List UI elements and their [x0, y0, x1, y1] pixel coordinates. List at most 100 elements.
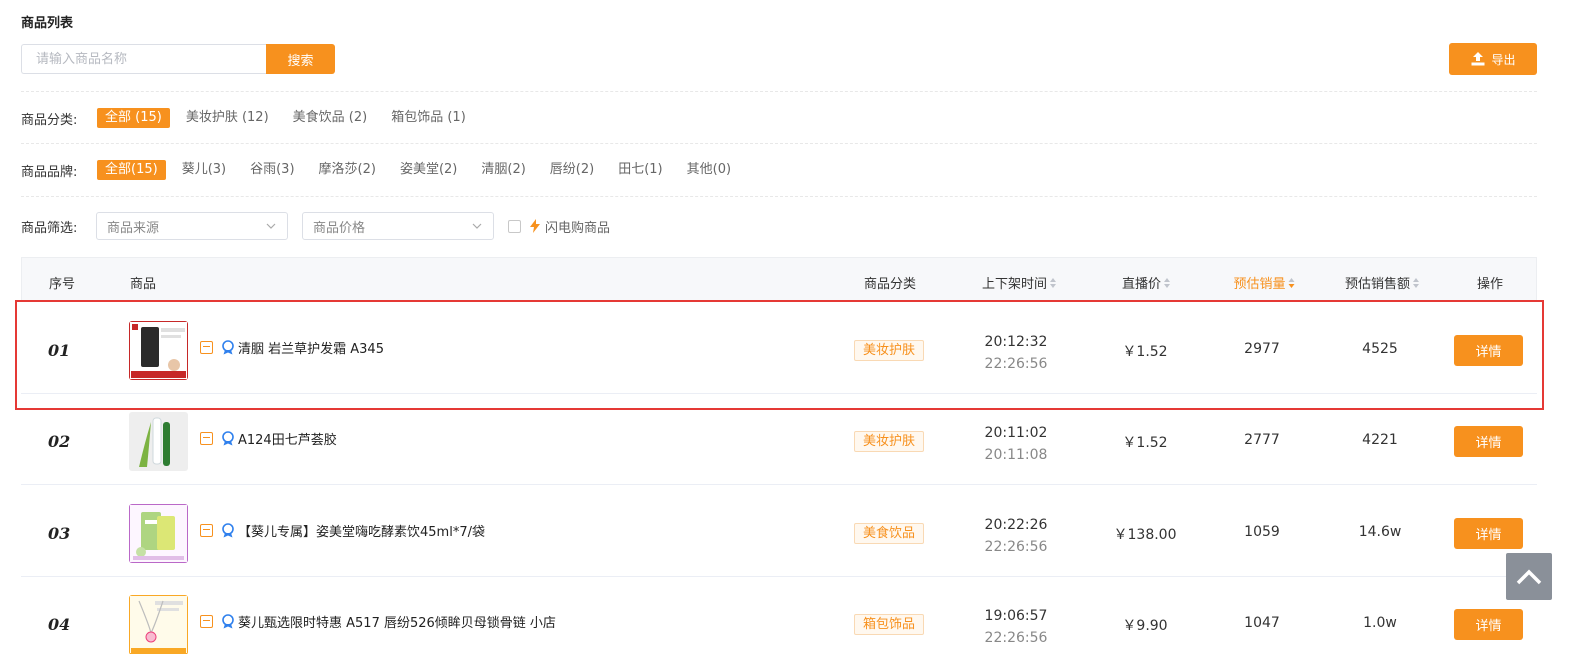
- table-row: 02 A124田七芦荟胶 美妆护肤 20:11:02 20:11:08 ￥1.5…: [21, 394, 1537, 485]
- export-label: 导出: [1491, 52, 1516, 67]
- product-name-text[interactable]: 【葵儿专属】姿美堂嗨吃酵素饮45ml*7/袋: [238, 521, 485, 540]
- on-shelf-time: 20:22:26: [984, 517, 1048, 533]
- chevron-up-icon: [1516, 569, 1542, 584]
- live-price: ￥1.52: [1122, 435, 1168, 451]
- price-select[interactable]: 商品价格: [302, 212, 494, 240]
- award-icon: [222, 614, 234, 629]
- row-index: 03: [48, 524, 71, 543]
- divider: [21, 91, 1537, 92]
- row-index: 02: [48, 432, 71, 451]
- est-sales: 2977: [1244, 341, 1280, 357]
- back-to-top-button[interactable]: [1506, 553, 1552, 600]
- brand-filter: 商品品牌: 全部(15) 葵儿(3) 谷雨(3) 摩洛莎(2) 姿美堂(2) 清…: [21, 160, 747, 180]
- brand-chip[interactable]: 清胭(2): [473, 160, 533, 180]
- award-icon: [222, 431, 234, 446]
- category-chip-bags[interactable]: 箱包饰品 (1): [383, 108, 474, 128]
- detail-button[interactable]: 详情: [1454, 609, 1523, 640]
- source-select[interactable]: 商品来源: [96, 212, 288, 240]
- header-shelf-time[interactable]: 上下架时间: [982, 273, 1057, 292]
- brand-chip[interactable]: 摩洛莎(2): [311, 160, 384, 180]
- chevron-down-icon: [266, 223, 276, 229]
- shelf-time: 20:12:32 22:26:56: [985, 331, 1048, 375]
- product-image[interactable]: [129, 321, 188, 380]
- est-sales: 1059: [1244, 524, 1280, 540]
- table-header: 序号 商品 商品分类 上下架时间 直播价 预估销量 预估销售额 操作: [21, 257, 1537, 302]
- est-revenue: 14.6w: [1358, 524, 1402, 540]
- flash-label: 闪电购商品: [545, 220, 611, 236]
- header-est-revenue[interactable]: 预估销售额: [1344, 273, 1420, 292]
- flash-filter[interactable]: 闪电购商品: [529, 217, 610, 236]
- header-index: 序号: [48, 277, 76, 292]
- sort-icon: [1164, 277, 1171, 288]
- est-sales: 1047: [1244, 615, 1280, 631]
- shelf-time: 20:11:02 20:11:08: [985, 422, 1048, 466]
- product-name-text[interactable]: 清胭 岩兰草护发霜 A345: [238, 338, 384, 357]
- product-image-art: [129, 321, 188, 380]
- award-icon: [222, 340, 234, 355]
- off-shelf-time: 22:26:56: [984, 356, 1048, 372]
- category-tag: 美妆护肤: [854, 431, 925, 452]
- lightning-icon: [530, 219, 540, 233]
- header-est-revenue-label: 预估销售额: [1344, 277, 1411, 292]
- category-chip-beauty[interactable]: 美妆护肤 (12): [178, 108, 277, 128]
- category-chip-food[interactable]: 美食饮品 (2): [285, 108, 376, 128]
- row-index: 01: [48, 341, 71, 360]
- header-live-price[interactable]: 直播价: [1122, 273, 1171, 292]
- flash-checkbox[interactable]: [508, 219, 521, 233]
- est-revenue: 4525: [1362, 341, 1398, 357]
- brand-chip[interactable]: 葵儿(3): [174, 160, 234, 180]
- est-sales: 2777: [1244, 432, 1280, 448]
- detail-button[interactable]: 详情: [1454, 518, 1523, 549]
- on-shelf-time: 19:06:57: [984, 608, 1048, 624]
- header-est-sales[interactable]: 预估销量: [1233, 273, 1295, 292]
- on-shelf-time: 20:11:02: [984, 425, 1048, 441]
- brand-chip[interactable]: 姿美堂(2): [392, 160, 465, 180]
- product-name: 葵儿甄选限时特惠 A517 唇纷526倾眸贝母锁骨链 小店: [200, 612, 556, 631]
- header-product: 商品: [130, 277, 157, 292]
- source-select-placeholder: 商品来源: [107, 220, 160, 236]
- detail-button[interactable]: 详情: [1454, 426, 1523, 457]
- brand-chip[interactable]: 谷雨(3): [242, 160, 302, 180]
- shelf-time: 20:22:26 22:26:56: [985, 514, 1048, 558]
- product-image[interactable]: [129, 412, 188, 471]
- category-chip-all[interactable]: 全部 (15): [97, 108, 170, 128]
- off-shelf-time: 22:26:56: [984, 539, 1048, 555]
- product-name-text[interactable]: 葵儿甄选限时特惠 A517 唇纷526倾眸贝母锁骨链 小店: [238, 612, 556, 631]
- product-name: 【葵儿专属】姿美堂嗨吃酵素饮45ml*7/袋: [200, 521, 485, 540]
- product-image-art: [129, 504, 188, 563]
- brand-chip[interactable]: 唇纷(2): [542, 160, 602, 180]
- est-revenue: 4221: [1362, 432, 1398, 448]
- screen-filter: 商品筛选: 商品来源 商品价格 闪电购商品: [21, 212, 610, 240]
- table-row: 03 【葵儿专属】姿美堂嗨吃酵素饮45ml*7/袋 美食饮品 20:22:26 …: [21, 486, 1537, 577]
- export-button[interactable]: 导出: [1449, 43, 1537, 75]
- brand-chip[interactable]: 其他(0): [679, 160, 739, 180]
- price-select-placeholder: 商品价格: [313, 220, 366, 236]
- brand-filter-label: 商品品牌:: [21, 164, 78, 180]
- category-tag: 美妆护肤: [854, 340, 925, 361]
- screen-filter-label: 商品筛选:: [21, 220, 78, 236]
- divider: [21, 196, 1537, 197]
- document-icon: [200, 524, 213, 537]
- detail-button[interactable]: 详情: [1454, 335, 1523, 366]
- row-index: 04: [48, 615, 71, 634]
- off-shelf-time: 20:11:08: [984, 447, 1048, 463]
- sort-icon: [1288, 277, 1295, 288]
- live-price: ￥1.52: [1122, 344, 1168, 360]
- brand-chip-all[interactable]: 全部(15): [97, 160, 166, 180]
- award-icon: [222, 523, 234, 538]
- product-name-text[interactable]: A124田七芦荟胶: [238, 429, 337, 448]
- brand-chip[interactable]: 田七(1): [610, 160, 670, 180]
- category-tag: 箱包饰品: [854, 614, 925, 635]
- document-icon: [200, 615, 213, 628]
- upload-icon: [1471, 52, 1485, 66]
- product-image[interactable]: [129, 504, 188, 563]
- product-name: A124田七芦荟胶: [200, 429, 337, 448]
- category-filter: 商品分类: 全部 (15) 美妆护肤 (12) 美食饮品 (2) 箱包饰品 (1…: [21, 108, 482, 128]
- search-input[interactable]: [21, 44, 267, 74]
- document-icon: [200, 341, 213, 354]
- search-button[interactable]: 搜索: [266, 44, 335, 74]
- table-row: 04 葵儿甄选限时特惠 A517 唇纷526倾眸贝母锁骨链 小店 箱包饰品 19…: [21, 577, 1537, 662]
- document-icon: [200, 432, 213, 445]
- category-filter-label: 商品分类:: [21, 112, 78, 128]
- product-image[interactable]: [129, 595, 188, 655]
